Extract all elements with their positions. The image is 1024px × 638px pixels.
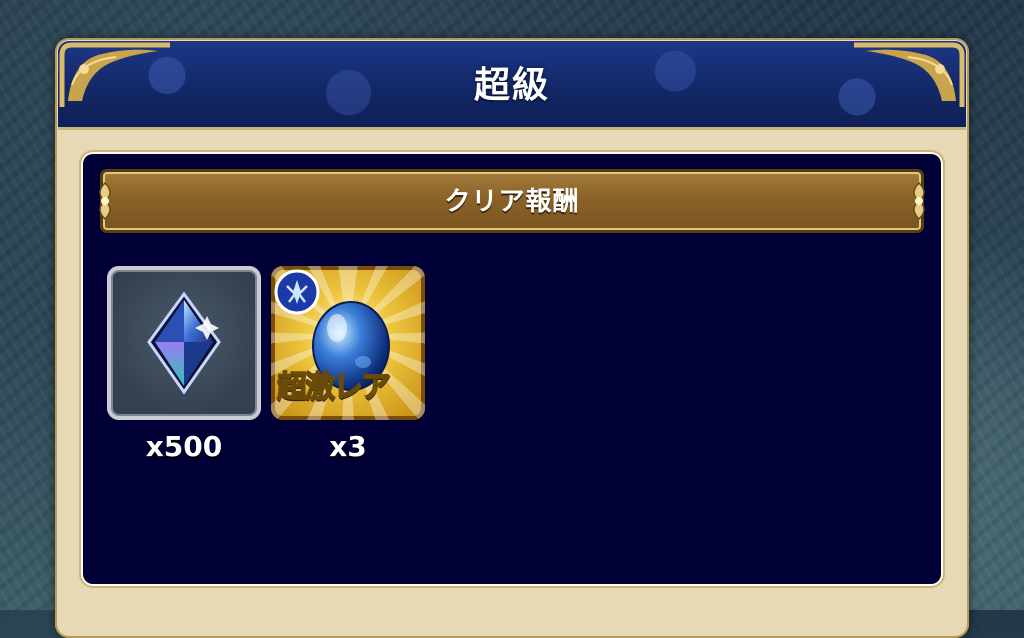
reward-quantity: x500 <box>145 430 223 463</box>
reward-quantity: x3 <box>329 430 367 463</box>
rarity-badge: 超激レア <box>276 369 392 406</box>
crystal-icon <box>147 291 221 395</box>
content-area: クリア報酬 x500 超激レア x3 <box>83 154 941 584</box>
banner-ornament-right-icon <box>913 181 925 221</box>
reward-panel: 超級 クリア報酬 x500 超激レア x3 <box>55 38 969 638</box>
panel-title: 超級 <box>473 65 550 106</box>
water-element-icon <box>274 269 320 315</box>
section-title: クリア報酬 <box>444 187 580 217</box>
section-banner: クリア報酬 <box>99 172 925 230</box>
reward-tile-egg[interactable]: 超激レア <box>271 266 425 420</box>
panel-header: 超級 <box>58 41 966 130</box>
reward-item-egg[interactable]: 超激レア x3 <box>271 266 431 463</box>
reward-tile-crystal[interactable] <box>107 266 261 420</box>
reward-item-crystal[interactable]: x500 <box>107 266 267 463</box>
